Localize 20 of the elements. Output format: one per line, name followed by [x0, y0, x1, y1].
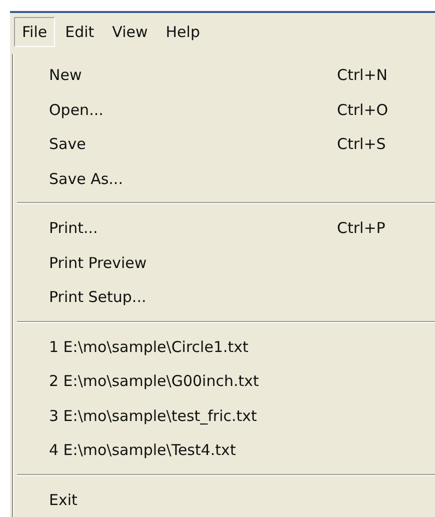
shortcut-label: Ctrl+S	[337, 135, 386, 154]
menu-item[interactable]: 4 E:\mo\sample\Test4.txt	[13, 433, 435, 468]
menu-bar-item[interactable]: File	[14, 16, 56, 46]
menu-item[interactable]: New Ctrl+N	[13, 58, 435, 92]
menu-item[interactable]: Save Ctrl+S	[13, 127, 435, 162]
shortcut-label: Ctrl+P	[337, 219, 386, 238]
menu-bar-item[interactable]: View	[104, 16, 156, 46]
menu-bar-item[interactable]: Help	[158, 16, 208, 46]
menu-item[interactable]: Exit	[13, 482, 435, 517]
menu-item[interactable]: 2 E:\mo\sample\G00inch.txt	[13, 364, 435, 398]
menu-item[interactable]: Print Preview	[13, 246, 435, 280]
shortcut-label: Ctrl+O	[337, 100, 388, 119]
menu-item[interactable]: Print Setup...	[13, 280, 435, 314]
menu-item[interactable]: 1 E:\mo\sample\Circle1.txt	[13, 330, 435, 364]
menu-item[interactable]: Open... Ctrl+O	[13, 92, 435, 127]
menu-item[interactable]: Print... Ctrl+P	[13, 211, 435, 246]
menu-item[interactable]: 3 E:\mo\sample\test_fric.txt	[13, 398, 435, 433]
menu-item[interactable]: Save As...	[13, 162, 435, 196]
menu-bar-item[interactable]: Edit	[57, 16, 102, 46]
shortcut-label: Ctrl+N	[337, 66, 388, 84]
